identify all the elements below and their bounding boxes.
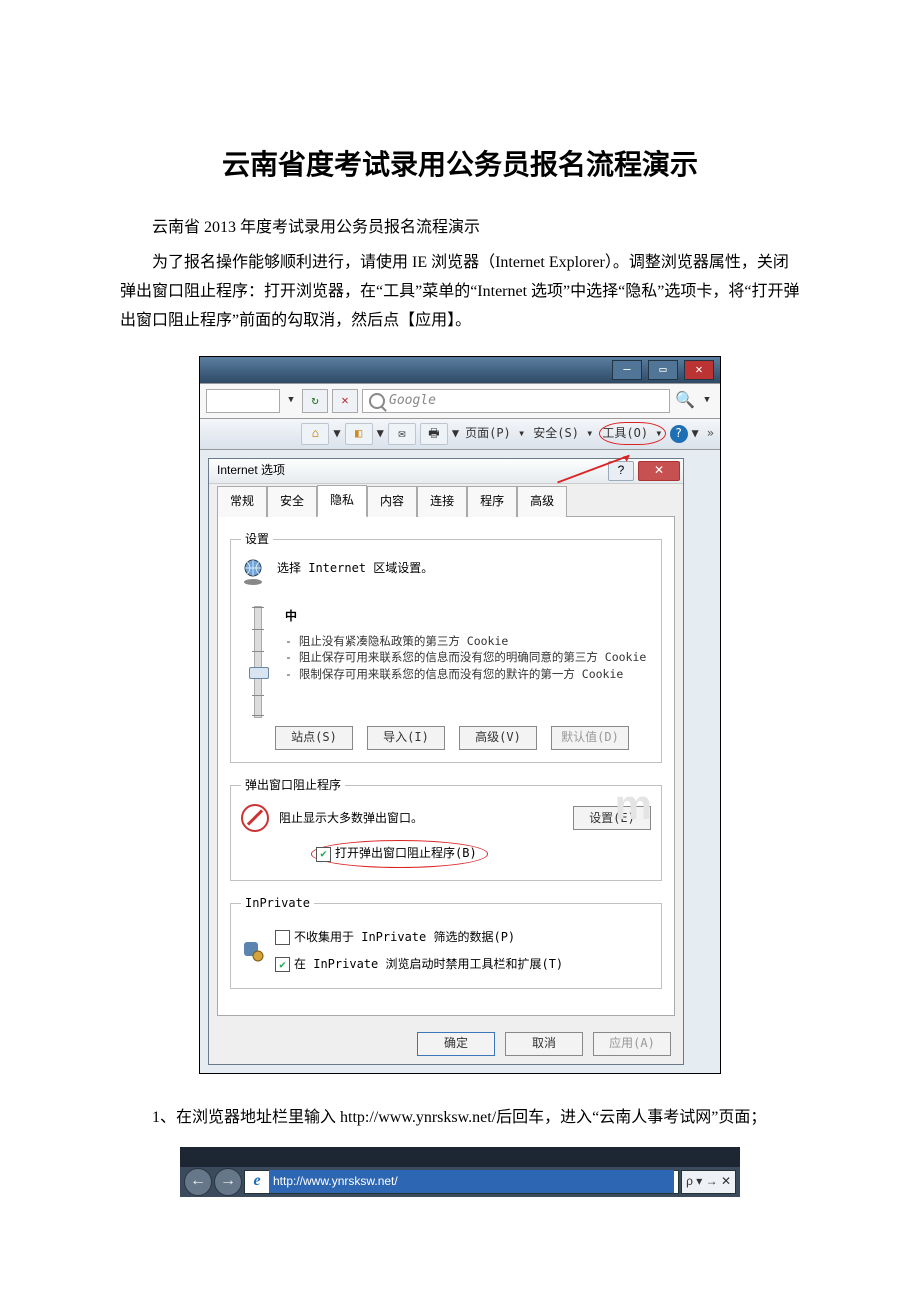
dialog-title: Internet 选项 bbox=[217, 460, 285, 482]
screenshot-ie-options: — ▭ ✕ ▼ ↻ ✕ Google 🔍 ▼ ⌂ ▼ ◧ ▼ ✉ 🖶 ▼ 页 bbox=[199, 356, 721, 1074]
inprivate-cb1[interactable] bbox=[275, 930, 290, 945]
home-dropdown-icon[interactable]: ▼ bbox=[333, 423, 340, 445]
popup-settings-button[interactable]: 设置(E) bbox=[573, 806, 651, 830]
tab-programs[interactable]: 程序 bbox=[467, 486, 517, 517]
inprivate-icon bbox=[241, 939, 265, 963]
maximize-button[interactable]: ▭ bbox=[648, 360, 678, 380]
tab-connections[interactable]: 连接 bbox=[417, 486, 467, 517]
inprivate-cb2[interactable]: ✔ bbox=[275, 957, 290, 972]
print-icon[interactable]: 🖶 bbox=[420, 423, 448, 445]
menu-tools[interactable]: 工具(O) ▾ bbox=[599, 422, 665, 446]
intro-paragraph: 为了报名操作能够顺利进行，请使用 IE 浏览器（Internet Explore… bbox=[120, 249, 800, 335]
dialog-help-button[interactable]: ? bbox=[608, 461, 634, 481]
popup-checkbox-label: 打开弹出窗口阻止程序(B) bbox=[335, 843, 477, 865]
search-placeholder: Google bbox=[389, 389, 436, 412]
advanced-button[interactable]: 高级(V) bbox=[459, 726, 537, 750]
tab-advanced[interactable]: 高级 bbox=[517, 486, 567, 517]
dialog-footer: 确定 取消 应用(A) bbox=[209, 1024, 683, 1064]
menu-safety[interactable]: 安全(S) ▾ bbox=[531, 423, 595, 445]
tab-privacy[interactable]: 隐私 bbox=[317, 485, 367, 517]
intro-line: 云南省 2013 年度考试录用公务员报名流程演示 bbox=[120, 214, 800, 243]
group-popup-blocker: 弹出窗口阻止程序 阻止显示大多数弹出窗口。 设置(E) ✔ 打开弹出窗口阻止程序… bbox=[230, 775, 662, 881]
popup-checkbox-row[interactable]: ✔ 打开弹出窗口阻止程序(B) bbox=[311, 840, 488, 868]
ie-logo-icon: e bbox=[249, 1174, 265, 1190]
group-settings-legend: 设置 bbox=[241, 529, 273, 551]
back-button[interactable]: ← bbox=[184, 1168, 212, 1196]
popup-checkbox[interactable]: ✔ bbox=[316, 847, 331, 862]
inprivate-cb1-label: 不收集用于 InPrivate 筛选的数据(P) bbox=[294, 927, 515, 949]
forward-button[interactable]: → bbox=[214, 1168, 242, 1196]
url-field[interactable] bbox=[206, 389, 280, 413]
help-icon[interactable]: ? bbox=[670, 425, 688, 443]
popup-desc: 阻止显示大多数弹出窗口。 bbox=[279, 808, 563, 830]
command-bar: ⌂ ▼ ◧ ▼ ✉ 🖶 ▼ 页面(P) ▾ 安全(S) ▾ 工具(O) ▾ ? … bbox=[200, 419, 720, 450]
minimize-button[interactable]: — bbox=[612, 360, 642, 380]
menu-page[interactable]: 页面(P) ▾ bbox=[463, 423, 527, 445]
tab-strip: 常规 安全 隐私 内容 连接 程序 高级 bbox=[209, 484, 683, 516]
feeds-dropdown-icon[interactable]: ▼ bbox=[377, 423, 384, 445]
slider-thumb-icon[interactable] bbox=[249, 667, 269, 679]
search-icon bbox=[369, 393, 385, 409]
url-text: http://www.ynrsksw.net/ bbox=[269, 1170, 674, 1194]
sites-button[interactable]: 站点(S) bbox=[275, 726, 353, 750]
globe-icon bbox=[241, 558, 267, 596]
tab-general[interactable]: 常规 bbox=[217, 486, 267, 517]
url-dropdown-icon[interactable]: ▼ bbox=[284, 390, 298, 412]
privacy-slider[interactable] bbox=[254, 606, 262, 718]
ok-button[interactable]: 确定 bbox=[417, 1032, 495, 1056]
settings-desc: 选择 Internet 区域设置。 bbox=[277, 558, 651, 580]
privacy-level: 中 bbox=[285, 606, 651, 628]
feeds-icon[interactable]: ◧ bbox=[345, 423, 373, 445]
refresh-button[interactable]: ↻ bbox=[302, 389, 328, 413]
group-settings: 设置 选择 Internet 区域设置。 bbox=[230, 529, 662, 763]
home-icon[interactable]: ⌂ bbox=[301, 423, 329, 445]
dialog-close-button[interactable]: ✕ bbox=[638, 461, 680, 481]
group-popup-legend: 弹出窗口阻止程序 bbox=[241, 775, 345, 797]
group-inprivate: InPrivate 不收集用于 InPrivate 筛选的数据(P) bbox=[230, 893, 662, 989]
cancel-button[interactable]: 取消 bbox=[505, 1032, 583, 1056]
step-1: 1、在浏览器地址栏里输入 http://www.ynrsksw.net/后回车，… bbox=[120, 1104, 800, 1133]
help-dropdown-icon[interactable]: ▼ bbox=[692, 423, 699, 445]
stop-button[interactable]: ✕ bbox=[332, 389, 358, 413]
popup-blocker-icon bbox=[241, 804, 269, 832]
inprivate-cb2-label: 在 InPrivate 浏览启动时禁用工具栏和扩展(T) bbox=[294, 954, 563, 976]
mail-icon[interactable]: ✉ bbox=[388, 423, 416, 445]
address-right-controls[interactable]: ρ ▾ → ✕ bbox=[681, 1170, 736, 1194]
search-dropdown-icon[interactable]: ▼ bbox=[700, 390, 714, 412]
more-chevron-icon[interactable]: » bbox=[707, 423, 714, 445]
address-toolbar: ▼ ↻ ✕ Google 🔍 ▼ bbox=[200, 383, 720, 419]
search-box[interactable]: Google bbox=[362, 389, 670, 413]
privacy-bullets: - 阻止没有紧凑隐私政策的第三方 Cookie - 阻止保存可用来联系您的信息而… bbox=[285, 633, 651, 681]
defaults-button[interactable]: 默认值(D) bbox=[551, 726, 629, 750]
import-button[interactable]: 导入(I) bbox=[367, 726, 445, 750]
print-dropdown-icon[interactable]: ▼ bbox=[452, 423, 459, 445]
internet-options-dialog: Internet 选项 ? ✕ 常规 安全 隐私 内容 连接 程序 高级 m bbox=[208, 458, 684, 1065]
tab-content[interactable]: 内容 bbox=[367, 486, 417, 517]
dialog-titlebar: Internet 选项 ? ✕ bbox=[209, 459, 683, 484]
tab-security[interactable]: 安全 bbox=[267, 486, 317, 517]
page-title: 云南省度考试录用公务员报名流程演示 bbox=[120, 140, 800, 190]
close-button[interactable]: ✕ bbox=[684, 360, 714, 380]
screenshot-address-bar: ← → e http://www.ynrsksw.net/ ρ ▾ → ✕ bbox=[180, 1147, 740, 1197]
window-titlebar: — ▭ ✕ bbox=[200, 357, 720, 383]
search-go-icon[interactable]: 🔍 bbox=[674, 390, 696, 412]
apply-button[interactable]: 应用(A) bbox=[593, 1032, 671, 1056]
group-inprivate-legend: InPrivate bbox=[241, 893, 314, 915]
address-bar[interactable]: e http://www.ynrsksw.net/ bbox=[244, 1170, 679, 1194]
